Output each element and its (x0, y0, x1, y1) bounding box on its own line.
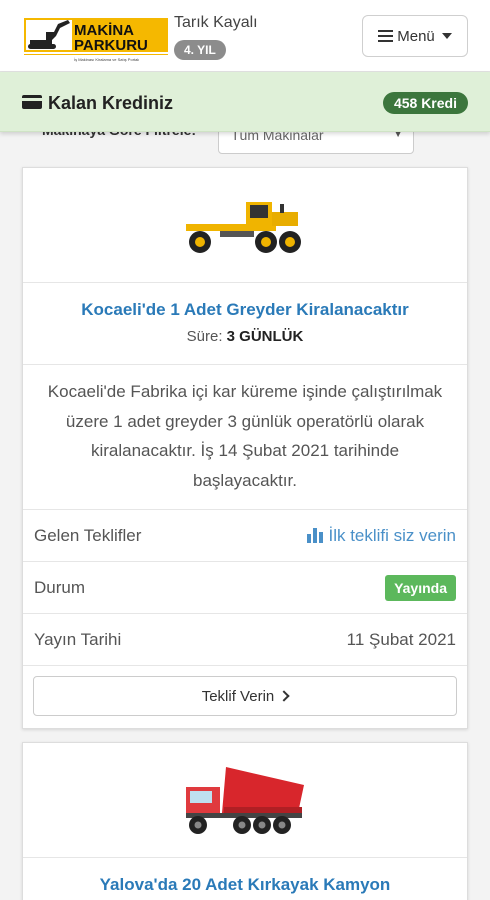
offer-button-wrap: Teklif Verin (23, 666, 467, 728)
listing-description: Kocaeli'de Fabrika içi kar küreme işinde… (23, 365, 467, 510)
listing-card: Yalova'da 20 Adet Kırkayak Kamyon (22, 742, 468, 900)
svg-text:PARKURU: PARKURU (74, 37, 148, 54)
make-offer-label: Teklif Verin (201, 687, 275, 705)
duration-value: 3 GÜNLÜK (226, 328, 304, 345)
first-offer-link[interactable]: İlk teklifi siz verin (307, 526, 456, 546)
bar-chart-icon (307, 528, 324, 543)
status-row: Durum Yayında (23, 562, 467, 614)
user-name: Tarık Kayalı (174, 14, 258, 31)
publish-date-row: Yayın Tarihi 11 Şubat 2021 (23, 614, 467, 666)
listing-header: Kocaeli'de 1 Adet Greyder Kiralanacaktır… (23, 283, 467, 365)
svg-text:İş Makinası Kiralama ve Satış: İş Makinası Kiralama ve Satış Portalı (74, 57, 139, 62)
credit-badge: 458 Kredi (382, 92, 468, 114)
membership-years-badge: 4. YIL (174, 40, 226, 60)
listing-duration: Süre: 3 GÜNLÜK (23, 328, 467, 345)
menu-label: Menü (397, 27, 435, 45)
grader-icon (186, 202, 301, 253)
publish-date-label: Yayın Tarihi (34, 629, 122, 649)
listing-card: Kocaeli'de 1 Adet Greyder Kiralanacaktır… (22, 167, 468, 729)
bars-icon (378, 29, 394, 43)
publish-date-value: 11 Şubat 2021 (346, 629, 456, 649)
listing-title[interactable]: Kocaeli'de 1 Adet Greyder Kiralanacaktır (23, 283, 467, 320)
offers-label: Gelen Teklifler (34, 525, 142, 545)
listing-title[interactable]: Yalova'da 20 Adet Kırkayak Kamyon (23, 858, 467, 895)
status-label: Durum (34, 577, 86, 597)
credit-label: Kalan Krediniz (48, 93, 174, 113)
dump-truck-icon (186, 767, 304, 834)
first-offer-link-text: İlk teklifi siz verin (328, 525, 456, 545)
credit-bar: Kalan Krediniz 458 Kredi (0, 72, 490, 132)
duration-label: Süre: (186, 328, 223, 345)
make-offer-button[interactable]: Teklif Verin (33, 676, 457, 716)
listing-image[interactable] (23, 743, 467, 858)
menu-button[interactable]: Menü (362, 15, 468, 57)
top-header: MAKİNA PARKURU İş Makinası Kiralama ve S… (0, 0, 490, 72)
listing-image[interactable] (23, 168, 467, 283)
chevron-right-icon (278, 690, 290, 702)
offers-row: Gelen Teklifler İlk teklifi siz verin (23, 510, 467, 562)
credit-card-icon (22, 95, 42, 109)
makina-parkuru-logo[interactable]: MAKİNA PARKURU İş Makinası Kiralama ve S… (22, 10, 168, 64)
caret-down-icon (441, 33, 452, 39)
status-badge: Yayında (385, 574, 456, 601)
